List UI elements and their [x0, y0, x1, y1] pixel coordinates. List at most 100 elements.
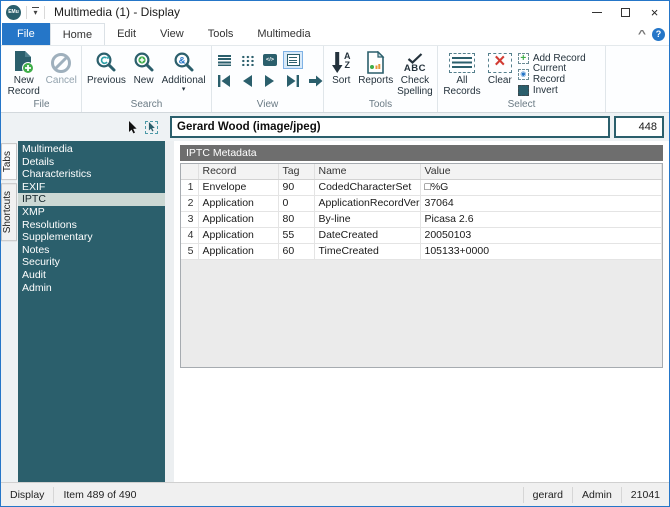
invert-selection-icon — [517, 84, 529, 96]
collapse-ribbon-icon[interactable]: ^ — [638, 29, 646, 40]
tab-multimedia[interactable]: Multimedia — [245, 23, 322, 45]
vertical-tab-shortcuts[interactable]: Shortcuts — [1, 183, 17, 242]
view-list-button[interactable] — [214, 51, 234, 69]
sort-button[interactable]: AZ Sort — [326, 47, 357, 87]
cell-value[interactable]: 20050103 — [420, 227, 662, 244]
minimize-button[interactable] — [582, 1, 611, 23]
sidebar-item-iptc[interactable]: IPTC — [18, 193, 165, 206]
search-new-label: New — [133, 75, 154, 86]
table-row[interactable]: 5 Application 60 TimeCreated 105133+0000 — [181, 243, 662, 260]
cell-name[interactable]: DateCreated — [314, 227, 421, 244]
tab-edit[interactable]: Edit — [105, 23, 148, 45]
reports-button[interactable]: Reports — [357, 47, 395, 87]
maximize-button[interactable] — [611, 1, 640, 23]
search-previous-button[interactable]: Previous — [84, 47, 129, 87]
cancel-label: Cancel — [45, 75, 77, 86]
current-record-button[interactable]: ◉ Current Record — [517, 63, 601, 85]
search-previous-label: Previous — [87, 75, 126, 86]
cell-tag[interactable]: 60 — [278, 243, 315, 260]
column-header-name[interactable]: Name — [314, 164, 421, 180]
all-records-button[interactable]: All Records — [440, 47, 484, 97]
table-row[interactable]: 4 Application 55 DateCreated 20050103 — [181, 227, 662, 244]
table-row[interactable]: 2 Application 0 ApplicationRecordVersion… — [181, 195, 662, 212]
table-row[interactable]: 3 Application 80 By-line Picasa 2.6 — [181, 211, 662, 228]
cell-tag[interactable]: 55 — [278, 227, 315, 244]
select-mode-icon[interactable] — [145, 120, 158, 134]
close-button[interactable]: × — [640, 1, 669, 23]
search-new-button[interactable]: New — [129, 47, 158, 87]
previous-record-button[interactable] — [237, 72, 257, 90]
tab-file[interactable]: File — [2, 23, 50, 45]
next-record-button[interactable] — [260, 72, 280, 90]
view-code-button[interactable]: </> — [260, 51, 280, 69]
vertical-tab-tabs[interactable]: Tabs — [1, 143, 17, 181]
goto-record-button[interactable] — [306, 72, 326, 90]
sidebar-item-exif[interactable]: EXIF — [18, 181, 165, 194]
cell-tag[interactable]: 0 — [278, 195, 315, 212]
cell-name[interactable]: ApplicationRecordVersion — [314, 195, 421, 212]
quick-access-dropdown-icon[interactable]: ▾ — [32, 7, 39, 17]
first-record-button[interactable] — [214, 72, 234, 90]
cell-record[interactable]: Envelope — [198, 179, 279, 196]
select-group-label: Select — [507, 99, 536, 110]
row-number: 2 — [181, 195, 199, 212]
sidebar-item-security[interactable]: Security — [18, 256, 165, 269]
clear-selection-button[interactable]: × Clear — [484, 47, 516, 87]
cell-name[interactable]: By-line — [314, 211, 421, 228]
view-details-button[interactable] — [283, 51, 303, 69]
view-grid-button[interactable] — [237, 51, 257, 69]
tab-home[interactable]: Home — [49, 23, 106, 45]
record-count: 448 — [614, 116, 664, 138]
search-group-label: Search — [130, 99, 163, 110]
previous-record-icon — [243, 75, 252, 87]
column-header-value[interactable]: Value — [420, 164, 662, 180]
cell-value[interactable]: □%G — [420, 179, 662, 196]
cell-record[interactable]: Application — [198, 211, 279, 228]
cell-record[interactable]: Application — [198, 227, 279, 244]
sidebar-item-xmp[interactable]: XMP — [18, 206, 165, 219]
sidebar-item-admin[interactable]: Admin — [18, 282, 165, 295]
sidebar-item-characteristics[interactable]: Characteristics — [18, 168, 165, 181]
check-spelling-button[interactable]: ABC Check Spelling — [395, 47, 435, 97]
sidebar-item-details[interactable]: Details — [18, 156, 165, 169]
sidebar-item-audit[interactable]: Audit — [18, 269, 165, 282]
cell-value[interactable]: 105133+0000 — [420, 243, 662, 260]
column-header-rownum[interactable] — [181, 164, 199, 180]
splitter[interactable] — [165, 141, 174, 482]
search-additional-button[interactable]: & Additional ▾ — [158, 47, 209, 93]
new-record-button[interactable]: New Record — [4, 47, 43, 97]
cell-value[interactable]: Picasa 2.6 — [420, 211, 662, 228]
invert-selection-button[interactable]: Invert — [517, 83, 601, 97]
cell-name[interactable]: CodedCharacterSet — [314, 179, 421, 196]
ribbon-group-search: Previous New & Additional ▾ Search — [82, 46, 212, 112]
file-group-label: File — [33, 99, 50, 110]
cell-tag[interactable]: 80 — [278, 211, 315, 228]
table-row[interactable]: 1 Envelope 90 CodedCharacterSet □%G — [181, 179, 662, 196]
last-record-button[interactable] — [283, 72, 303, 90]
search-additional-label: Additional — [161, 75, 206, 86]
cursor-arrow-icon[interactable] — [128, 120, 138, 134]
sidebar-item-resolutions[interactable]: Resolutions — [18, 219, 165, 232]
column-header-tag[interactable]: Tag — [278, 164, 315, 180]
tab-tools[interactable]: Tools — [196, 23, 246, 45]
sidebar-item-multimedia[interactable]: Multimedia — [18, 143, 165, 156]
column-header-record[interactable]: Record — [198, 164, 279, 180]
sidebar-item-notes[interactable]: Notes — [18, 244, 165, 257]
sidebar-item-supplementary[interactable]: Supplementary — [18, 231, 165, 244]
ribbon-group-tools: AZ Sort Reports ABC Check Spelling Tools — [324, 46, 438, 112]
cell-record[interactable]: Application — [198, 243, 279, 260]
ribbon-group-view: </> View — [212, 46, 324, 112]
cell-record[interactable]: Application — [198, 195, 279, 212]
cell-name[interactable]: TimeCreated — [314, 243, 421, 260]
cell-value[interactable]: 37064 — [420, 195, 662, 212]
status-role: Admin — [582, 488, 612, 501]
add-record-icon: + — [517, 52, 529, 64]
tab-view[interactable]: View — [148, 23, 196, 45]
all-records-label: All Records — [443, 75, 481, 97]
clear-selection-label: Clear — [487, 75, 512, 86]
statusbar: Display Item 489 of 490 gerard Admin 210… — [1, 482, 669, 506]
vertical-tabstrip: Tabs Shortcuts — [1, 141, 18, 482]
cell-tag[interactable]: 90 — [278, 179, 315, 196]
cancel-button: Cancel — [43, 47, 79, 87]
help-icon[interactable]: ? — [652, 27, 665, 41]
